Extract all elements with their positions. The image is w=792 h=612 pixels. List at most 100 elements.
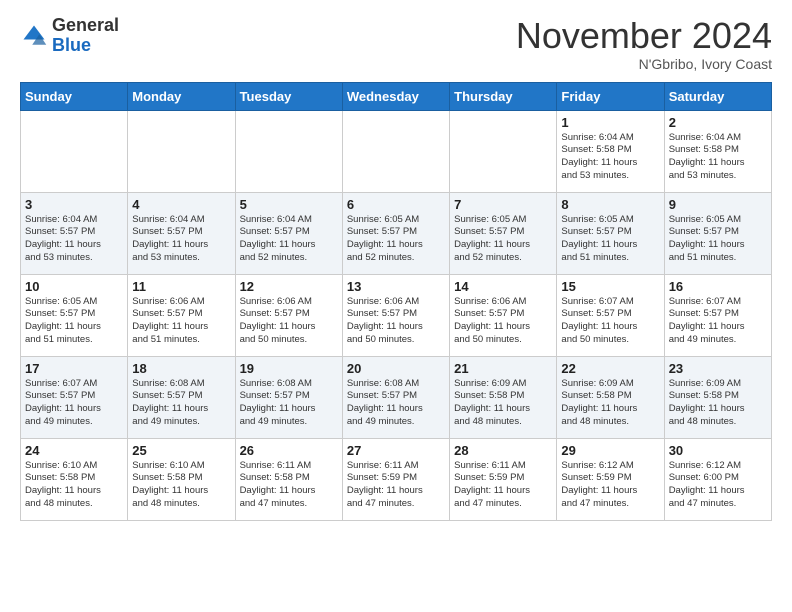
day-number: 26 — [240, 443, 338, 458]
calendar-cell: 8 Sunrise: 6:05 AM Sunset: 5:57 PM Daylig… — [557, 192, 664, 274]
calendar-week-row: 3Sunrise: 6:04 AM Sunset: 5:57 PM Daylig… — [21, 192, 772, 274]
calendar-cell: 25 Sunrise: 6:10 AM Sunset: 5:58 PM Dayli… — [128, 438, 235, 520]
header: General Blue November 2024 N'Gbribo, Ivo… — [20, 16, 772, 72]
day-info: Sunrise: 6:06 AM Sunset: 5:57 PM Dayligh… — [454, 296, 552, 347]
calendar-cell: 3Sunrise: 6:04 AM Sunset: 5:57 PM Daylig… — [21, 192, 128, 274]
day-number: 24 — [25, 443, 123, 458]
day-info: Sunrise: 6:08 AM Sunset: 5:57 PM Dayligh… — [240, 378, 338, 429]
day-info: Sunrise: 6:05 AM Sunset: 5:57 PM Dayligh… — [454, 214, 552, 265]
weekday-header: Thursday — [450, 82, 557, 110]
calendar-cell: 4Sunrise: 6:04 AM Sunset: 5:57 PM Daylig… — [128, 192, 235, 274]
weekday-header: Sunday — [21, 82, 128, 110]
day-info: Sunrise: 6:08 AM Sunset: 5:57 PM Dayligh… — [347, 378, 445, 429]
day-number: 29 — [561, 443, 659, 458]
calendar-cell: 27 Sunrise: 6:11 AM Sunset: 5:59 PM Dayli… — [342, 438, 449, 520]
day-info: Sunrise: 6:06 AM Sunset: 5:57 PM Dayligh… — [132, 296, 230, 347]
logo-icon — [20, 22, 48, 50]
calendar-cell: 29 Sunrise: 6:12 AM Sunset: 5:59 PM Dayli… — [557, 438, 664, 520]
weekday-header: Tuesday — [235, 82, 342, 110]
day-info: Sunrise: 6:12 AM Sunset: 5:59 PM Dayligh… — [561, 460, 659, 511]
location: N'Gbribo, Ivory Coast — [516, 56, 772, 72]
day-info: Sunrise: 6:12 AM Sunset: 6:00 PM Dayligh… — [669, 460, 767, 511]
calendar-cell: 16Sunrise: 6:07 AM Sunset: 5:57 PM Dayli… — [664, 274, 771, 356]
calendar-cell — [235, 110, 342, 192]
day-number: 21 — [454, 361, 552, 376]
day-number: 27 — [347, 443, 445, 458]
calendar-week-row: 1 Sunrise: 6:04 AM Sunset: 5:58 PM Daylig… — [21, 110, 772, 192]
calendar-cell — [450, 110, 557, 192]
day-info: Sunrise: 6:09 AM Sunset: 5:58 PM Dayligh… — [454, 378, 552, 429]
day-info: Sunrise: 6:04 AM Sunset: 5:57 PM Dayligh… — [132, 214, 230, 265]
calendar-cell: 26 Sunrise: 6:11 AM Sunset: 5:58 PM Dayli… — [235, 438, 342, 520]
day-info: Sunrise: 6:04 AM Sunset: 5:57 PM Dayligh… — [240, 214, 338, 265]
day-info: Sunrise: 6:05 AM Sunset: 5:57 PM Dayligh… — [561, 214, 659, 265]
calendar-week-row: 10Sunrise: 6:05 AM Sunset: 5:57 PM Dayli… — [21, 274, 772, 356]
calendar-cell: 15 Sunrise: 6:07 AM Sunset: 5:57 PM Dayli… — [557, 274, 664, 356]
calendar-week-row: 24 Sunrise: 6:10 AM Sunset: 5:58 PM Dayli… — [21, 438, 772, 520]
day-info: Sunrise: 6:04 AM Sunset: 5:57 PM Dayligh… — [25, 214, 123, 265]
day-number: 11 — [132, 279, 230, 294]
calendar-cell: 13 Sunrise: 6:06 AM Sunset: 5:57 PM Dayli… — [342, 274, 449, 356]
logo-blue-text: Blue — [52, 35, 91, 55]
calendar-cell: 5Sunrise: 6:04 AM Sunset: 5:57 PM Daylig… — [235, 192, 342, 274]
day-info: Sunrise: 6:06 AM Sunset: 5:57 PM Dayligh… — [347, 296, 445, 347]
calendar-cell: 22 Sunrise: 6:09 AM Sunset: 5:58 PM Dayli… — [557, 356, 664, 438]
weekday-header: Wednesday — [342, 82, 449, 110]
day-number: 7 — [454, 197, 552, 212]
day-number: 8 — [561, 197, 659, 212]
calendar-cell — [342, 110, 449, 192]
weekday-header: Saturday — [664, 82, 771, 110]
day-info: Sunrise: 6:10 AM Sunset: 5:58 PM Dayligh… — [132, 460, 230, 511]
calendar-cell: 21 Sunrise: 6:09 AM Sunset: 5:58 PM Dayli… — [450, 356, 557, 438]
day-info: Sunrise: 6:06 AM Sunset: 5:57 PM Dayligh… — [240, 296, 338, 347]
calendar-cell: 10Sunrise: 6:05 AM Sunset: 5:57 PM Dayli… — [21, 274, 128, 356]
calendar-cell: 12 Sunrise: 6:06 AM Sunset: 5:57 PM Dayli… — [235, 274, 342, 356]
day-number: 28 — [454, 443, 552, 458]
calendar-cell: 11 Sunrise: 6:06 AM Sunset: 5:57 PM Dayli… — [128, 274, 235, 356]
day-number: 15 — [561, 279, 659, 294]
calendar-week-row: 17Sunrise: 6:07 AM Sunset: 5:57 PM Dayli… — [21, 356, 772, 438]
calendar-cell: 6 Sunrise: 6:05 AM Sunset: 5:57 PM Daylig… — [342, 192, 449, 274]
calendar-table: SundayMondayTuesdayWednesdayThursdayFrid… — [20, 82, 772, 521]
calendar-cell: 17Sunrise: 6:07 AM Sunset: 5:57 PM Dayli… — [21, 356, 128, 438]
day-info: Sunrise: 6:11 AM Sunset: 5:59 PM Dayligh… — [454, 460, 552, 511]
day-number: 25 — [132, 443, 230, 458]
day-number: 18 — [132, 361, 230, 376]
day-number: 16 — [669, 279, 767, 294]
day-number: 9 — [669, 197, 767, 212]
logo: General Blue — [20, 16, 119, 56]
calendar-cell: 23Sunrise: 6:09 AM Sunset: 5:58 PM Dayli… — [664, 356, 771, 438]
day-number: 2 — [669, 115, 767, 130]
day-info: Sunrise: 6:04 AM Sunset: 5:58 PM Dayligh… — [561, 132, 659, 183]
calendar-cell: 28 Sunrise: 6:11 AM Sunset: 5:59 PM Dayli… — [450, 438, 557, 520]
day-info: Sunrise: 6:09 AM Sunset: 5:58 PM Dayligh… — [561, 378, 659, 429]
calendar-cell: 30Sunrise: 6:12 AM Sunset: 6:00 PM Dayli… — [664, 438, 771, 520]
calendar-cell — [128, 110, 235, 192]
day-number: 14 — [454, 279, 552, 294]
calendar-cell: 20 Sunrise: 6:08 AM Sunset: 5:57 PM Dayli… — [342, 356, 449, 438]
title-block: November 2024 N'Gbribo, Ivory Coast — [516, 16, 772, 72]
day-info: Sunrise: 6:05 AM Sunset: 5:57 PM Dayligh… — [25, 296, 123, 347]
day-number: 20 — [347, 361, 445, 376]
day-number: 1 — [561, 115, 659, 130]
calendar-cell — [21, 110, 128, 192]
day-info: Sunrise: 6:09 AM Sunset: 5:58 PM Dayligh… — [669, 378, 767, 429]
day-number: 19 — [240, 361, 338, 376]
day-number: 12 — [240, 279, 338, 294]
day-info: Sunrise: 6:07 AM Sunset: 5:57 PM Dayligh… — [561, 296, 659, 347]
day-number: 6 — [347, 197, 445, 212]
logo-text: General Blue — [52, 16, 119, 56]
calendar-cell: 18 Sunrise: 6:08 AM Sunset: 5:57 PM Dayli… — [128, 356, 235, 438]
calendar-header-row: SundayMondayTuesdayWednesdayThursdayFrid… — [21, 82, 772, 110]
calendar-cell: 9Sunrise: 6:05 AM Sunset: 5:57 PM Daylig… — [664, 192, 771, 274]
day-number: 13 — [347, 279, 445, 294]
day-info: Sunrise: 6:11 AM Sunset: 5:58 PM Dayligh… — [240, 460, 338, 511]
calendar-cell: 24Sunrise: 6:10 AM Sunset: 5:58 PM Dayli… — [21, 438, 128, 520]
day-number: 22 — [561, 361, 659, 376]
day-info: Sunrise: 6:07 AM Sunset: 5:57 PM Dayligh… — [25, 378, 123, 429]
day-info: Sunrise: 6:08 AM Sunset: 5:57 PM Dayligh… — [132, 378, 230, 429]
day-info: Sunrise: 6:05 AM Sunset: 5:57 PM Dayligh… — [347, 214, 445, 265]
day-info: Sunrise: 6:11 AM Sunset: 5:59 PM Dayligh… — [347, 460, 445, 511]
weekday-header: Monday — [128, 82, 235, 110]
calendar-cell: 14 Sunrise: 6:06 AM Sunset: 5:57 PM Dayli… — [450, 274, 557, 356]
